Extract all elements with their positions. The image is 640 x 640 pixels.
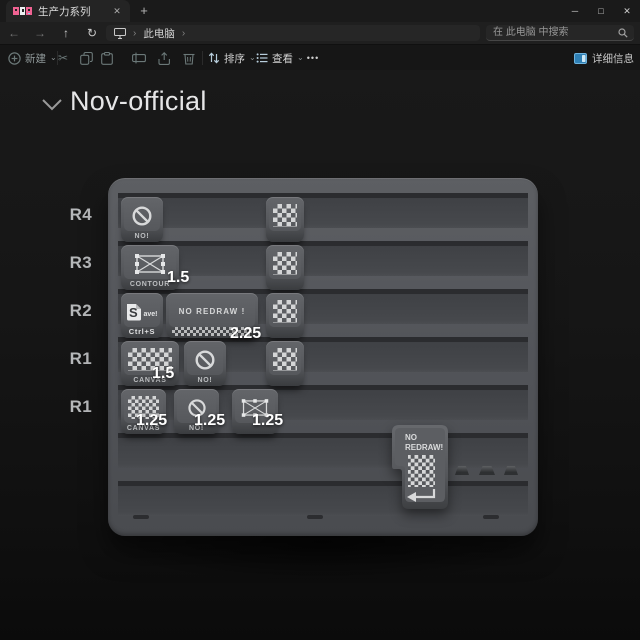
window-controls: ─ □ ✕: [562, 0, 640, 22]
rename-icon: [132, 52, 146, 64]
case-notch: [483, 515, 499, 519]
details-pane-icon: [574, 53, 587, 64]
key-slot: [118, 433, 528, 468]
checker-pattern: [273, 348, 297, 371]
gallery-heading: Nov-official: [40, 86, 207, 117]
checker-pattern: [273, 204, 297, 227]
forward-button[interactable]: →: [32, 22, 48, 44]
new-tab-button[interactable]: +: [136, 3, 152, 19]
breadcrumb-chevron-icon[interactable]: ›: [182, 28, 185, 39]
size-annotation: 1.5: [152, 365, 174, 383]
row-label-r2: R2: [36, 301, 92, 321]
this-pc-icon: [114, 28, 126, 39]
chevron-down-icon: [40, 97, 64, 113]
chevron-down-icon: ⌄: [249, 54, 256, 62]
share-button[interactable]: [153, 48, 175, 68]
breadcrumb-chevron-icon: ›: [133, 28, 136, 39]
row-label-r3: R3: [36, 253, 92, 273]
keycap-enter-no-redraw: NO REDRAW!: [392, 425, 448, 509]
breadcrumb-this-pc[interactable]: 此电脑: [143, 26, 175, 41]
keycap-save: S ave! Ctrl+S: [121, 293, 163, 338]
paste-icon: [101, 52, 113, 65]
no-sign-icon: [131, 205, 153, 227]
new-button-label: 新建: [25, 51, 46, 66]
keycap-label: Ctrl+S: [121, 327, 163, 336]
row-label-r1: R1: [36, 349, 92, 369]
copy-button[interactable]: [75, 48, 97, 68]
save-word-rest: ave!: [143, 311, 157, 321]
keycap-checker: [266, 293, 304, 338]
address-bar[interactable]: › 此电脑 ›: [106, 25, 480, 41]
view-button-label: 查看: [272, 51, 293, 66]
row-label-r1b: R1: [36, 397, 92, 417]
refresh-button[interactable]: ↻: [84, 22, 100, 44]
keycap-checker: [266, 341, 304, 386]
navigation-bar: ← → ↑ ↻ › 此电脑 ›: [0, 22, 640, 44]
sort-arrows-icon: [208, 52, 220, 64]
search-icon: [618, 28, 628, 38]
title-bar: 生产力系列 ✕ + ─ □ ✕: [0, 0, 640, 22]
view-button[interactable]: 查看 ⌄: [256, 45, 304, 71]
row-label-r4: R4: [36, 205, 92, 225]
search-box[interactable]: [486, 25, 634, 41]
trash-icon: [183, 52, 195, 65]
save-letter: S: [129, 305, 138, 320]
new-button[interactable]: 新建 ⌄: [8, 45, 57, 71]
scissors-icon: ✂: [58, 51, 68, 65]
gallery-title: Nov-official: [70, 86, 207, 117]
key-slot: [118, 337, 528, 372]
contour-box-icon: [133, 253, 167, 275]
key-slot: [118, 481, 528, 516]
tab-close-icon[interactable]: ✕: [110, 4, 124, 18]
cut-button[interactable]: ✂: [52, 48, 74, 68]
size-annotation: 1.25: [194, 412, 225, 430]
size-annotation: 1.25: [136, 412, 167, 430]
enter-key-line1: NO: [405, 433, 417, 442]
maximize-button[interactable]: □: [588, 0, 614, 22]
case-notch: [133, 515, 149, 519]
copy-icon: [80, 52, 93, 65]
close-button[interactable]: ✕: [614, 0, 640, 22]
delete-button[interactable]: [178, 48, 200, 68]
paste-button[interactable]: [96, 48, 118, 68]
minimize-button[interactable]: ─: [562, 0, 588, 22]
more-options-button[interactable]: •••: [300, 45, 326, 71]
view-list-icon: [256, 52, 268, 64]
plus-circle-icon: [8, 52, 21, 65]
explorer-tab[interactable]: 生产力系列 ✕: [6, 0, 130, 22]
keycap-checker: [266, 245, 304, 290]
back-button[interactable]: ←: [6, 22, 22, 44]
file-explorer-window: 生产力系列 ✕ + ─ □ ✕ ← → ↑ ↻ › 此电脑 ›: [0, 0, 640, 640]
enter-key-line2: REDRAW!: [405, 443, 443, 452]
size-annotation: 1.25: [252, 412, 283, 430]
command-bar: 新建 ⌄ ✂: [0, 44, 640, 70]
up-button[interactable]: ↑: [58, 22, 74, 44]
size-annotation: 1.5: [167, 269, 189, 287]
keycap-text: NO REDRAW !: [179, 307, 246, 316]
sort-button-label: 排序: [224, 51, 245, 66]
details-pane-label: 详细信息: [592, 51, 634, 66]
checker-pattern: [273, 300, 297, 323]
separator: [202, 51, 203, 65]
checker-pattern: [273, 252, 297, 275]
checker-pattern: [408, 455, 435, 487]
keycap-no: NO!: [121, 197, 163, 242]
no-sign-icon: [194, 349, 216, 371]
keycap-no: NO!: [184, 341, 226, 386]
size-annotation: 2.25: [230, 325, 261, 343]
keycap-checker: [266, 197, 304, 242]
sort-button[interactable]: 排序 ⌄: [208, 45, 256, 71]
case-notch: [307, 515, 323, 519]
tab-title: 生产力系列: [38, 4, 104, 19]
save-document-icon: S: [126, 302, 142, 321]
keycap-label: NO!: [121, 233, 163, 240]
key-slot: [118, 193, 528, 228]
share-icon: [158, 52, 171, 65]
tab-favicon-icon: [13, 5, 33, 17]
search-input[interactable]: [493, 25, 611, 40]
keycap-label: NO!: [184, 377, 226, 384]
rename-button[interactable]: [128, 48, 150, 68]
details-pane-button[interactable]: 详细信息: [574, 45, 634, 71]
